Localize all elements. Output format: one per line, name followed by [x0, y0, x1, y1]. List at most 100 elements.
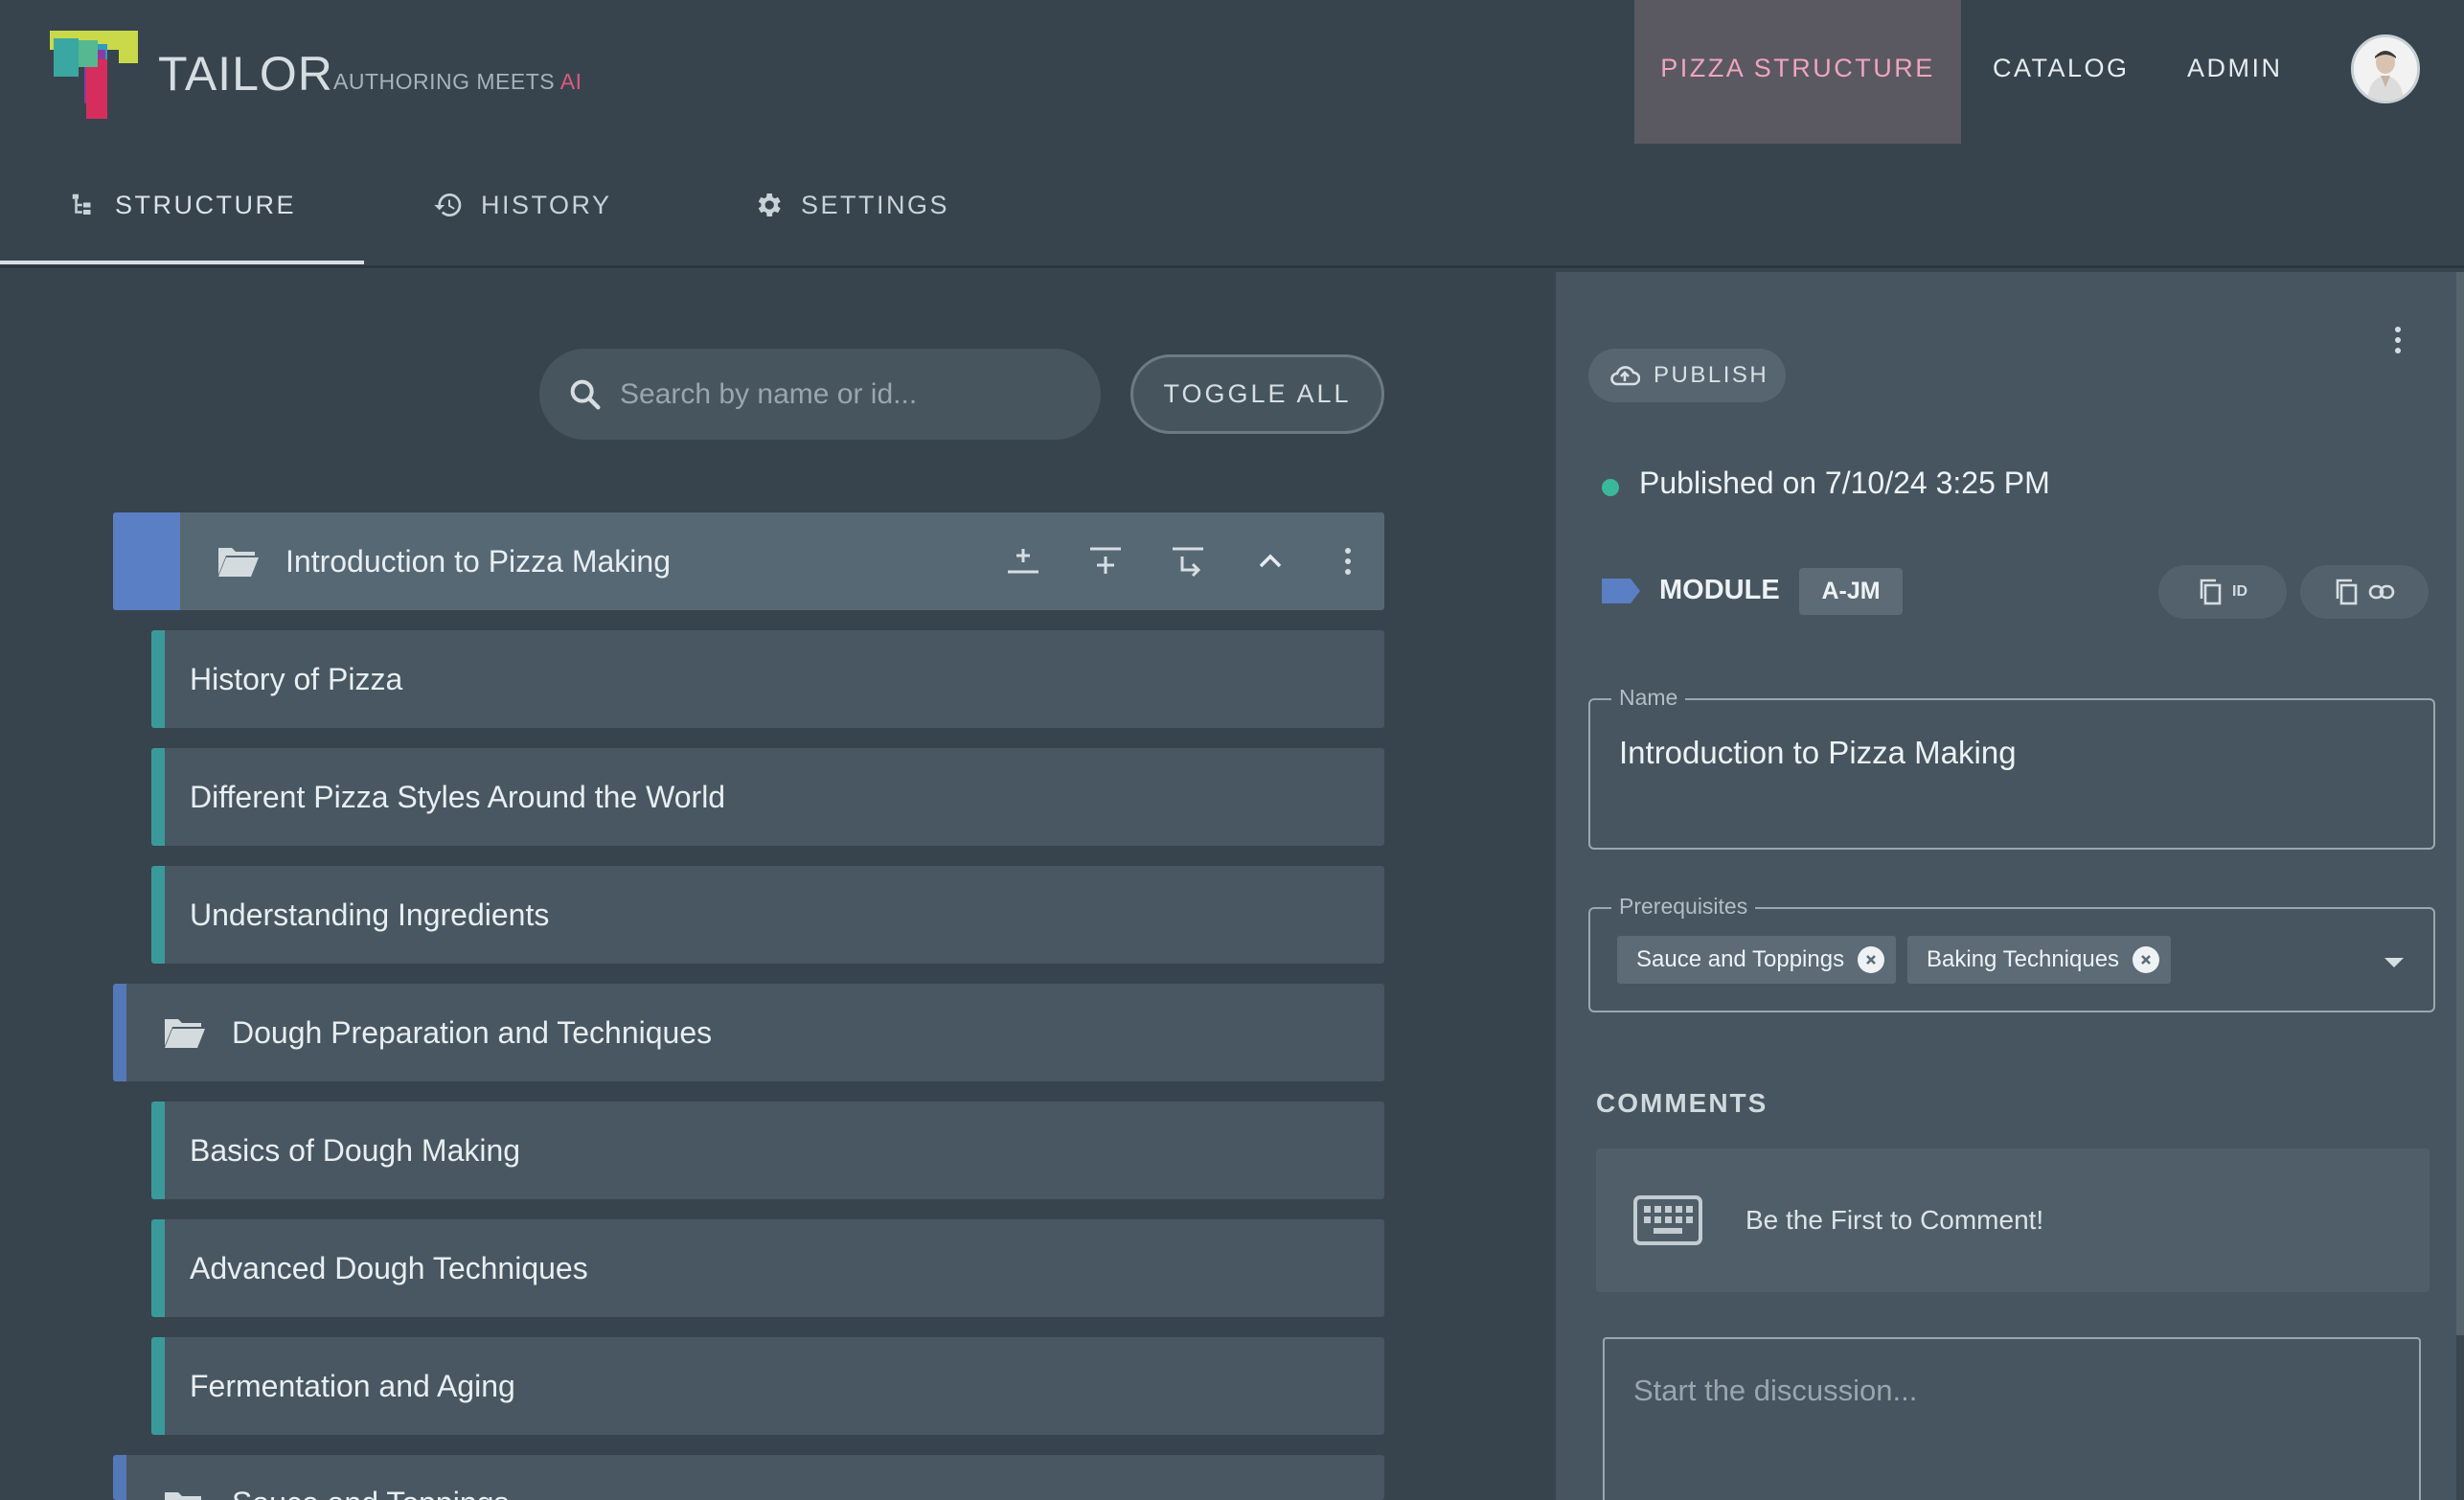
detail-menu-button[interactable]	[2384, 322, 2412, 360]
tree-item-label: Introduction to Pizza Making	[285, 543, 671, 579]
add-into-icon	[1008, 549, 1038, 574]
prerequisite-chip-label: Baking Techniques	[1927, 946, 2120, 972]
tree-item-label: Fermentation and Aging	[190, 1368, 515, 1403]
brand-name: TAILOR	[158, 47, 333, 101]
prerequisite-chip-label: Sauce and Toppings	[1636, 946, 1845, 972]
copy-link-button[interactable]	[2300, 565, 2429, 619]
row-accent-bar	[151, 630, 165, 728]
discussion-input[interactable]	[1603, 1337, 2421, 1500]
row-accent-bar	[113, 512, 180, 610]
publish-label: PUBLISH	[1654, 362, 1769, 388]
tree-item-label: Understanding Ingredients	[190, 897, 550, 932]
nav-catalog[interactable]: CATALOG	[1993, 0, 2130, 144]
more-vertical-icon	[1345, 548, 1351, 575]
tree-item-label: Different Pizza Styles Around the World	[190, 779, 726, 814]
tree-item-label: Advanced Dough Techniques	[190, 1250, 588, 1285]
add-into-button[interactable]	[982, 512, 1064, 610]
move-into-button[interactable]	[1147, 512, 1229, 610]
tab-structure[interactable]: STRUCTURE	[69, 144, 296, 266]
close-icon	[1866, 955, 1876, 965]
prerequisite-chip: Baking Techniques	[1907, 936, 2172, 984]
brand-tagline-ai: AI	[559, 69, 582, 94]
tab-settings[interactable]: SETTINGS	[753, 144, 949, 266]
tabs-divider	[0, 265, 2464, 268]
cloud-upload-icon	[1610, 366, 1640, 386]
subdirectory-arrow-icon	[1173, 547, 1203, 578]
top-bar: TAILOR AUTHORING MEETS AI PIZZA STRUCTUR…	[0, 0, 2464, 144]
brand-tagline-text: AUTHORING MEETS	[333, 69, 560, 94]
row-accent-bar	[151, 1337, 165, 1435]
tree-group-row[interactable]: Introduction to Pizza Making	[113, 512, 1384, 610]
tree-leaf-row[interactable]: History of Pizza	[151, 630, 1384, 728]
collapse-button[interactable]	[1229, 512, 1312, 610]
tree-item-label: Basics of Dough Making	[190, 1132, 521, 1168]
item-type-label: MODULE	[1659, 575, 1780, 605]
folder-open-icon	[165, 1492, 201, 1500]
more-vertical-icon	[2395, 327, 2401, 353]
link-icon	[2368, 584, 2395, 600]
close-icon	[2141, 955, 2151, 965]
row-accent-bar	[151, 866, 165, 964]
tree-group-row[interactable]: Sauce and Toppings	[113, 1455, 1384, 1500]
published-status-dot	[1602, 479, 1619, 496]
nav-pizza-structure[interactable]: PIZZA STRUCTURE	[1634, 0, 1961, 144]
gear-icon	[758, 193, 781, 216]
chevron-up-icon	[1259, 554, 1282, 568]
tree-item-label: Dough Preparation and Techniques	[232, 1014, 713, 1050]
add-below-icon	[1090, 547, 1121, 574]
row-menu-button[interactable]	[1312, 512, 1384, 610]
tab-history[interactable]: HISTORY	[433, 144, 612, 266]
detail-panel	[1556, 272, 2464, 1500]
add-below-button[interactable]	[1064, 512, 1147, 610]
search-icon	[570, 379, 601, 409]
row-accent-bar	[151, 1219, 165, 1317]
folder-open-icon	[165, 1019, 205, 1048]
copy-id-label: ID	[2232, 583, 2247, 600]
tree-structure-icon	[72, 193, 91, 215]
prerequisite-chip: Sauce and Toppings	[1617, 936, 1897, 984]
history-icon	[434, 193, 462, 216]
tree-group-row[interactable]: Dough Preparation and Techniques	[113, 984, 1384, 1081]
tab-history-label: HISTORY	[481, 190, 612, 219]
copy-icon	[2200, 579, 2222, 605]
copy-id-button[interactable]: ID	[2158, 565, 2287, 619]
tree-leaf-row[interactable]: Fermentation and Aging	[151, 1337, 1384, 1435]
remove-chip-icon[interactable]	[2133, 946, 2160, 973]
tab-settings-label: SETTINGS	[801, 190, 950, 219]
tree-leaf-row[interactable]: Different Pizza Styles Around the World	[151, 748, 1384, 846]
prerequisites-label: Prerequisites	[1611, 894, 1756, 920]
name-field-value[interactable]: Introduction to Pizza Making	[1619, 735, 2017, 771]
search-input[interactable]	[620, 377, 1070, 411]
keyboard-icon	[1633, 1195, 1702, 1245]
remove-chip-icon[interactable]	[1858, 946, 1885, 973]
row-accent-bar	[113, 1455, 126, 1500]
active-tab-indicator	[0, 261, 364, 264]
search-box	[539, 349, 1101, 440]
dropdown-arrow-icon[interactable]	[2384, 957, 2405, 968]
detail-scrollbar-thumb[interactable]	[2456, 272, 2464, 1335]
published-status-text: Published on 7/10/24 3:25 PM	[1639, 466, 2050, 500]
label-tag-icon	[1602, 579, 1640, 603]
tree-leaf-row[interactable]: Basics of Dough Making	[151, 1102, 1384, 1199]
item-id-badge: A-JM	[1799, 568, 1903, 615]
comments-heading: COMMENTS	[1596, 1088, 1768, 1118]
publish-button[interactable]: PUBLISH	[1588, 349, 1786, 402]
nav-admin[interactable]: ADMIN	[2187, 0, 2283, 144]
tailor-logo-icon[interactable]	[50, 31, 138, 119]
tree-leaf-row[interactable]: Understanding Ingredients	[151, 866, 1384, 964]
toggle-all-button[interactable]: TOGGLE ALL	[1130, 354, 1384, 434]
view-tabs: STRUCTURE HISTORY SETTINGS	[0, 144, 2464, 266]
row-accent-bar	[113, 984, 126, 1081]
brand-tagline: AUTHORING MEETS AI	[333, 69, 582, 95]
tree-leaf-row[interactable]: Advanced Dough Techniques	[151, 1219, 1384, 1317]
name-field[interactable]: Name Introduction to Pizza Making	[1588, 685, 2435, 850]
empty-comments-placeholder: Be the First to Comment!	[1596, 1148, 2430, 1292]
row-actions	[982, 512, 1384, 610]
user-avatar[interactable]	[2351, 34, 2420, 103]
row-accent-bar	[151, 1102, 165, 1199]
folder-open-icon	[218, 548, 259, 577]
tree-item-label: History of Pizza	[190, 661, 403, 696]
prerequisites-select[interactable]: Prerequisites Sauce and Toppings Baking …	[1588, 894, 2435, 1012]
row-accent-bar	[151, 748, 165, 846]
copy-icon	[2336, 579, 2358, 605]
